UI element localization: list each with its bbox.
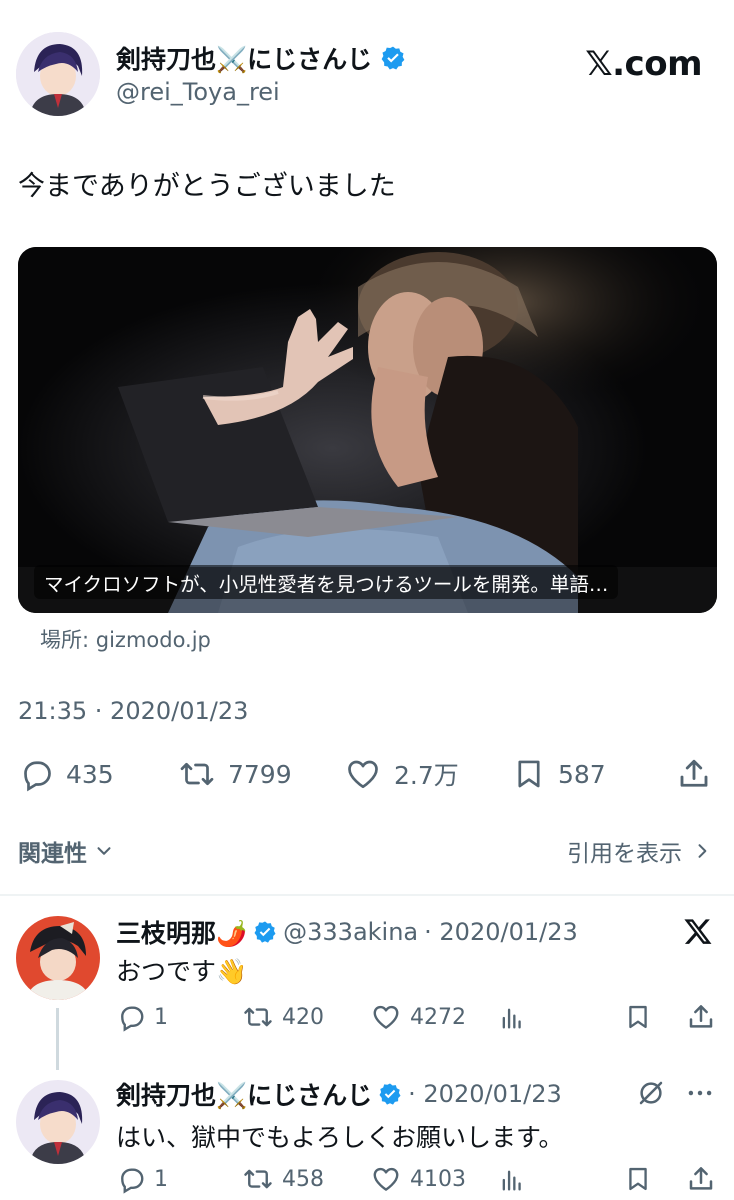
card-title: マイクロソフトが、小児性愛者を見つけるツールを開発。単語… bbox=[44, 572, 609, 596]
reply2-retweet-action[interactable]: 458 bbox=[242, 1164, 324, 1194]
retweet-icon bbox=[178, 756, 216, 792]
share-icon[interactable] bbox=[686, 1002, 716, 1032]
retweet-action[interactable]: 7799 bbox=[178, 756, 292, 792]
reply1-author-name[interactable]: 三枝明那🌶️ bbox=[116, 914, 247, 950]
analytics-icon[interactable] bbox=[498, 1004, 526, 1032]
thread-connector bbox=[56, 1008, 59, 1070]
x-logo-icon[interactable] bbox=[682, 916, 714, 948]
reply2-date[interactable]: · 2020/01/23 bbox=[408, 1080, 562, 1108]
heart-icon bbox=[370, 1164, 402, 1194]
bookmark-icon[interactable] bbox=[624, 1164, 652, 1194]
reply2-like-action[interactable]: 4103 bbox=[370, 1164, 466, 1194]
reply1-like-count: 4272 bbox=[410, 1004, 466, 1030]
link-card[interactable]: マイクロソフトが、小児性愛者を見つけるツールを開発。単語… bbox=[18, 247, 717, 613]
view-quotes-label: 引用を表示 bbox=[567, 841, 682, 867]
reply1-like-action[interactable]: 4272 bbox=[370, 1002, 466, 1032]
reply1-date[interactable]: · 2020/01/23 bbox=[424, 918, 578, 946]
author-name[interactable]: 剣持刀也⚔️にじさんじ bbox=[116, 40, 372, 76]
heart-icon bbox=[370, 1002, 402, 1032]
reply-icon bbox=[116, 1002, 146, 1032]
reply2-reply-count: 1 bbox=[154, 1166, 168, 1192]
bookmark-icon[interactable] bbox=[624, 1002, 652, 1032]
reply-icon bbox=[116, 1164, 146, 1194]
reply2-avatar[interactable] bbox=[16, 1080, 100, 1164]
retweet-icon bbox=[242, 1002, 274, 1032]
reply1-reply-action[interactable]: 1 bbox=[116, 1002, 168, 1032]
reply2-like-count: 4103 bbox=[410, 1166, 466, 1192]
x-brand-logo: 𝕏.com bbox=[585, 44, 702, 84]
reply1-text: おつです👋 bbox=[116, 957, 248, 986]
reply1-reply-count: 1 bbox=[154, 1004, 168, 1030]
bookmark-icon bbox=[512, 756, 546, 792]
author-avatar[interactable] bbox=[16, 32, 100, 116]
retweet-icon bbox=[242, 1164, 274, 1194]
reply1-retweet-count: 420 bbox=[282, 1004, 324, 1030]
card-source[interactable]: 場所: gizmodo.jp bbox=[40, 624, 211, 654]
grok-icon[interactable] bbox=[636, 1078, 666, 1108]
bookmark-count: 587 bbox=[558, 759, 606, 789]
share-icon[interactable] bbox=[686, 1164, 716, 1194]
author-handle[interactable]: @rei_Toya_rei bbox=[116, 78, 280, 106]
verified-badge-icon bbox=[253, 920, 277, 944]
reply1-retweet-action[interactable]: 420 bbox=[242, 1002, 324, 1032]
verified-badge-icon bbox=[380, 45, 406, 71]
reply-action[interactable]: 435 bbox=[18, 756, 114, 792]
verified-badge-icon bbox=[378, 1082, 402, 1106]
reply1-avatar[interactable] bbox=[16, 916, 100, 1000]
tweet-text: 今までありがとうございました bbox=[18, 171, 396, 202]
reply2-retweet-count: 458 bbox=[282, 1166, 324, 1192]
share-icon[interactable] bbox=[676, 756, 712, 792]
sort-label: 関連性 bbox=[18, 841, 87, 867]
like-count: 2.7万 bbox=[394, 761, 459, 790]
analytics-icon[interactable] bbox=[498, 1166, 526, 1194]
more-options-icon[interactable] bbox=[684, 1080, 716, 1106]
tweet-timestamp[interactable]: 21:35 · 2020/01/23 bbox=[18, 697, 248, 725]
chevron-right-icon bbox=[692, 840, 712, 862]
card-title-overlay: マイクロソフトが、小児性愛者を見つけるツールを開発。単語… bbox=[34, 565, 619, 599]
like-action[interactable]: 2.7万 bbox=[344, 756, 459, 792]
reply-count: 435 bbox=[66, 759, 114, 789]
retweet-count: 7799 bbox=[228, 759, 292, 789]
reply2-author-name[interactable]: 剣持刀也⚔️にじさんじ bbox=[116, 1076, 372, 1112]
reply2-reply-action[interactable]: 1 bbox=[116, 1164, 168, 1194]
section-divider bbox=[0, 894, 734, 896]
chevron-down-icon bbox=[93, 840, 115, 862]
reply1-handle[interactable]: @333akina bbox=[283, 918, 418, 946]
view-quotes-link[interactable]: 引用を表示 bbox=[567, 834, 712, 868]
sort-relevance-button[interactable]: 関連性 bbox=[18, 834, 115, 868]
card-image bbox=[18, 247, 717, 613]
reply-icon bbox=[18, 756, 54, 792]
heart-icon bbox=[344, 756, 382, 792]
reply2-text: はい、獄中でもよろしくお願いします。 bbox=[116, 1123, 564, 1152]
bookmark-action[interactable]: 587 bbox=[512, 756, 606, 792]
